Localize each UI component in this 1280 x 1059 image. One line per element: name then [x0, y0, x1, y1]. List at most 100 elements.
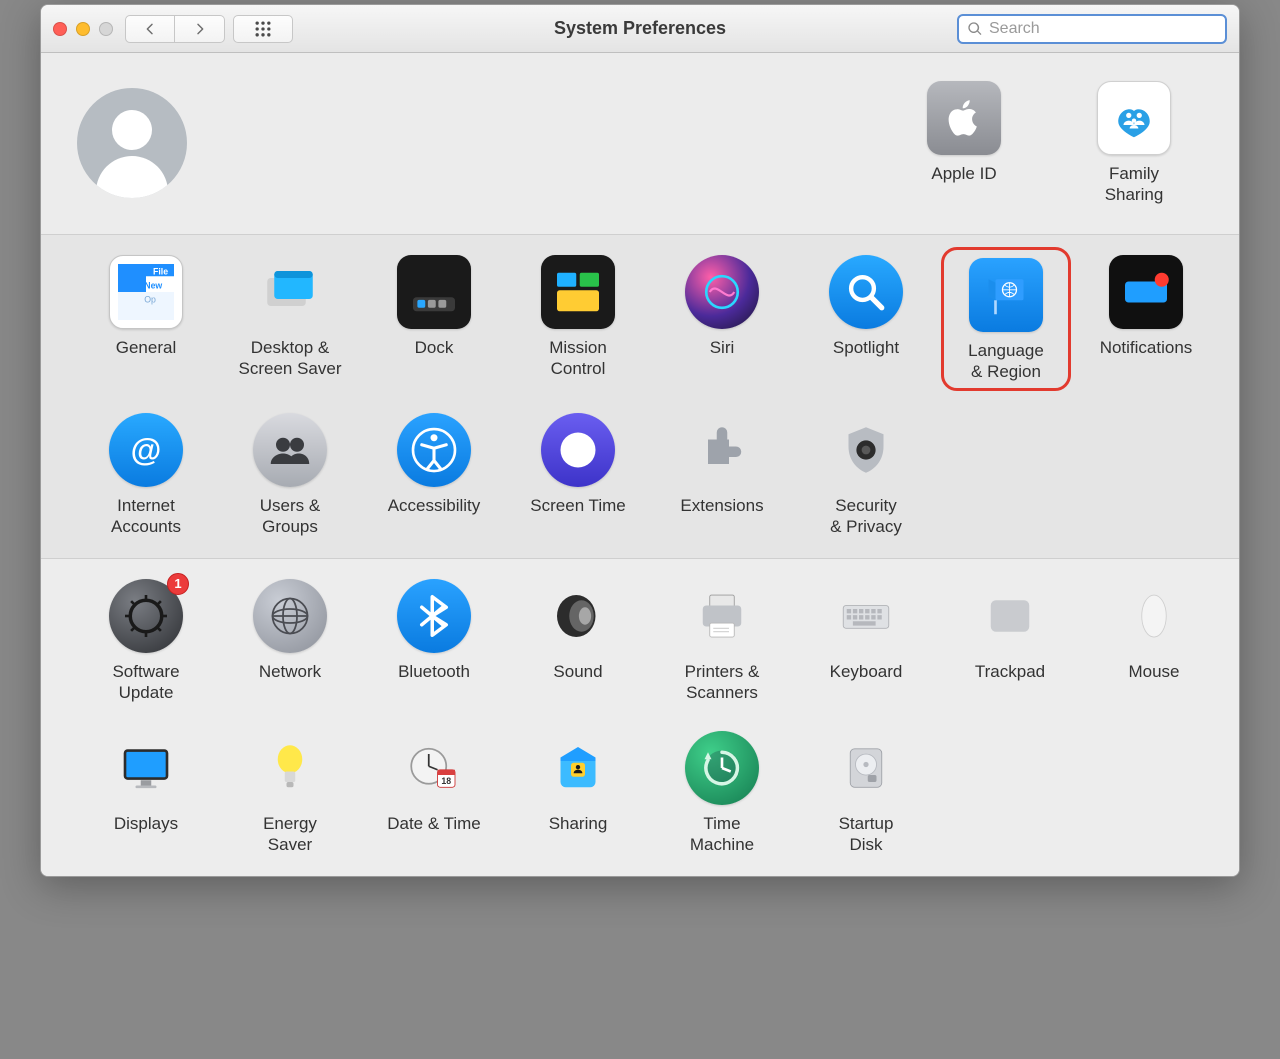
users-groups-icon [253, 413, 327, 487]
pref-label: Language & Region [968, 340, 1044, 383]
pref-accessibility[interactable]: Accessibility [369, 413, 499, 538]
titlebar: System Preferences [41, 5, 1239, 53]
keyboard-icon [829, 579, 903, 653]
time-machine-icon [685, 731, 759, 805]
mouse-icon [1117, 579, 1191, 653]
sound-icon [541, 579, 615, 653]
back-button[interactable] [125, 15, 175, 43]
pref-bluetooth[interactable]: Bluetooth [369, 579, 499, 704]
pref-label: Users & Groups [260, 495, 320, 538]
sharing-icon [541, 731, 615, 805]
traffic-lights [53, 22, 113, 36]
pref-sound[interactable]: Sound [513, 579, 643, 704]
pref-section-hardware: 1 Software Update Network Bluetooth [41, 558, 1239, 876]
pref-label: Sound [553, 661, 602, 682]
search-input[interactable] [989, 20, 1217, 38]
extensions-icon [685, 413, 759, 487]
pref-mission-control[interactable]: Mission Control [513, 255, 643, 386]
forward-button[interactable] [175, 15, 225, 43]
startup-disk-icon [829, 731, 903, 805]
pref-label: Mouse [1128, 661, 1179, 682]
svg-text:File: File [153, 266, 168, 276]
pref-label: Internet Accounts [111, 495, 181, 538]
mission-control-icon [541, 255, 615, 329]
pref-software-update[interactable]: 1 Software Update [81, 579, 211, 704]
pref-mouse[interactable]: Mouse [1089, 579, 1219, 704]
network-icon [253, 579, 327, 653]
pref-apple-id[interactable]: Apple ID [899, 81, 1029, 206]
pref-notifications[interactable]: Notifications [1081, 255, 1211, 386]
user-avatar[interactable] [77, 88, 187, 198]
pref-label: Energy Saver [263, 813, 317, 856]
pref-label: Sharing [549, 813, 608, 834]
pref-startup-disk[interactable]: Startup Disk [801, 731, 931, 856]
accessibility-icon [397, 413, 471, 487]
search-icon [967, 21, 983, 37]
pref-label: Siri [710, 337, 735, 358]
pref-label: Trackpad [975, 661, 1045, 682]
pref-security-privacy[interactable]: Security & Privacy [801, 413, 931, 538]
pref-screen-time[interactable]: Screen Time [513, 413, 643, 538]
pref-label: Date & Time [387, 813, 481, 834]
pref-family-sharing[interactable]: Family Sharing [1069, 81, 1199, 206]
security-privacy-icon [829, 413, 903, 487]
svg-text:@: @ [131, 432, 162, 468]
displays-icon [109, 731, 183, 805]
pref-time-machine[interactable]: Time Machine [657, 731, 787, 856]
pref-language-region[interactable]: Language & Region [941, 247, 1071, 392]
pref-extensions[interactable]: Extensions [657, 413, 787, 538]
pref-sharing[interactable]: Sharing [513, 731, 643, 856]
pref-label: Desktop & Screen Saver [239, 337, 342, 380]
pref-label: General [116, 337, 176, 358]
dock-icon [397, 255, 471, 329]
pref-label: Network [259, 661, 321, 682]
svg-text:18: 18 [441, 776, 451, 786]
pref-displays[interactable]: Displays [81, 731, 211, 856]
desktop-icon [253, 255, 327, 329]
nav-button-group [125, 15, 225, 43]
pref-label: Keyboard [830, 661, 903, 682]
minimize-window-button[interactable] [76, 22, 90, 36]
pref-internet-accounts[interactable]: @ Internet Accounts [81, 413, 211, 538]
zoom-window-button[interactable] [99, 22, 113, 36]
energy-saver-icon [253, 731, 327, 805]
header-prefs: Apple ID Family Sharing [899, 81, 1199, 206]
system-preferences-window: System Preferences Apple ID Family Shari… [40, 4, 1240, 877]
pref-label: Printers & Scanners [685, 661, 760, 704]
internet-accounts-icon: @ [109, 413, 183, 487]
pref-label: Time Machine [690, 813, 754, 856]
pref-label: Screen Time [530, 495, 625, 516]
language-region-icon [969, 258, 1043, 332]
pref-label: Extensions [680, 495, 763, 516]
pref-label: Spotlight [833, 337, 899, 358]
pref-desktop-screen-saver[interactable]: Desktop & Screen Saver [225, 255, 355, 386]
pref-label: Displays [114, 813, 178, 834]
pref-label: Dock [415, 337, 454, 358]
show-all-button[interactable] [233, 15, 293, 43]
siri-icon [685, 255, 759, 329]
pref-date-time[interactable]: 18 Date & Time [369, 731, 499, 856]
pref-label: Family Sharing [1105, 163, 1164, 206]
search-field[interactable] [957, 14, 1227, 44]
spotlight-icon [829, 255, 903, 329]
pref-label: Security & Privacy [830, 495, 902, 538]
pref-energy-saver[interactable]: Energy Saver [225, 731, 355, 856]
date-time-icon: 18 [397, 731, 471, 805]
pref-label: Mission Control [549, 337, 607, 380]
pref-spotlight[interactable]: Spotlight [801, 255, 931, 386]
update-badge: 1 [167, 573, 189, 595]
bluetooth-icon [397, 579, 471, 653]
close-window-button[interactable] [53, 22, 67, 36]
pref-dock[interactable]: Dock [369, 255, 499, 386]
family-sharing-icon [1097, 81, 1171, 155]
pref-siri[interactable]: Siri [657, 255, 787, 386]
pref-network[interactable]: Network [225, 579, 355, 704]
pref-label: Accessibility [388, 495, 481, 516]
printers-icon [685, 579, 759, 653]
pref-label: Notifications [1100, 337, 1193, 358]
pref-printers-scanners[interactable]: Printers & Scanners [657, 579, 787, 704]
pref-general[interactable]: FileNewOp General [81, 255, 211, 386]
pref-keyboard[interactable]: Keyboard [801, 579, 931, 704]
pref-users-groups[interactable]: Users & Groups [225, 413, 355, 538]
pref-trackpad[interactable]: Trackpad [945, 579, 1075, 704]
